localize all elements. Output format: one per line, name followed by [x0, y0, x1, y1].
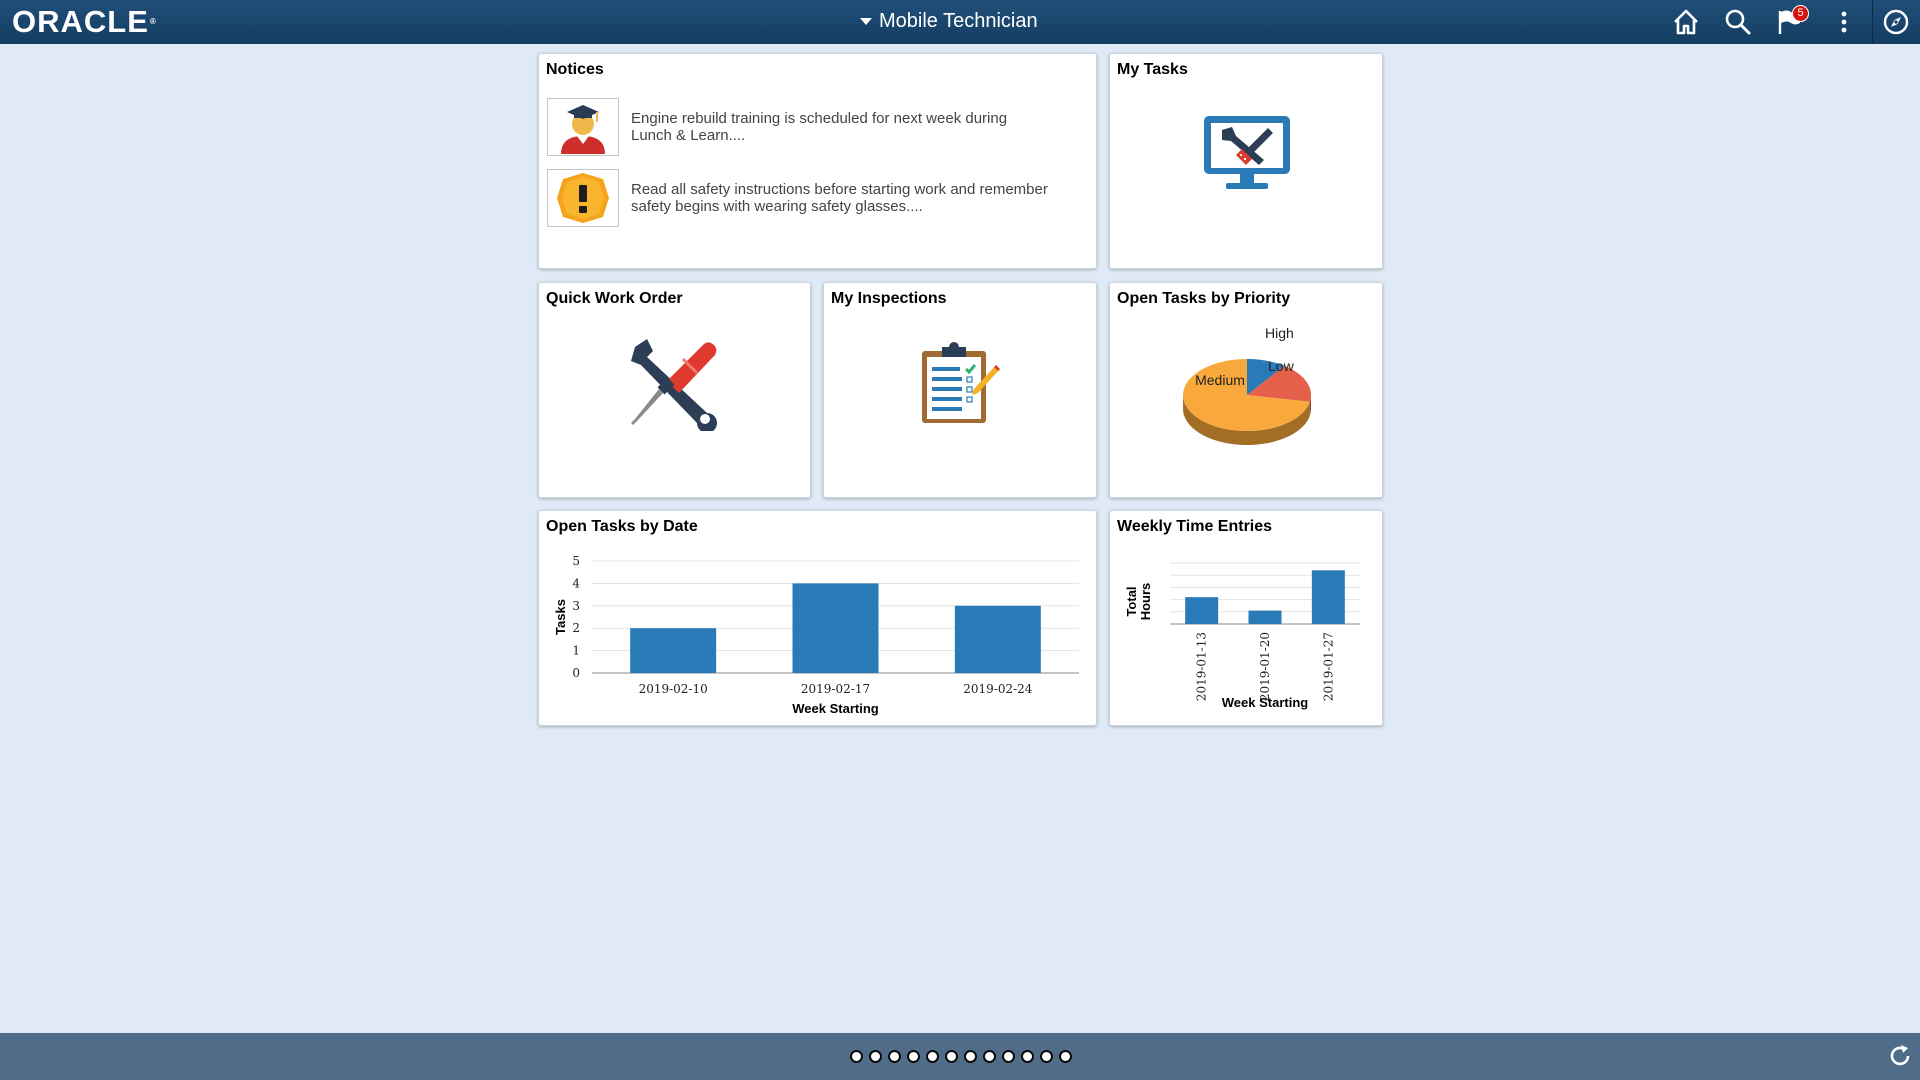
tile-title: Notices: [546, 61, 604, 78]
safety-warning-icon: [557, 173, 609, 223]
header-divider: [1872, 0, 1873, 44]
page-dot[interactable]: [907, 1050, 920, 1063]
pie-label-high: High: [1265, 325, 1294, 341]
page-dot[interactable]: [945, 1050, 958, 1063]
y-tick-label: 4: [572, 576, 580, 590]
navbar-compass-icon[interactable]: [1882, 8, 1910, 36]
notice-item[interactable]: Engine rebuild training is scheduled for…: [547, 98, 1051, 156]
notification-count-badge: 5: [1792, 5, 1809, 22]
y-tick-label: 5: [572, 554, 580, 568]
x-tick-label: 2019-02-17: [801, 682, 870, 696]
open-tasks-bar-chart: 0 1 2 3 4 5 2019-02-10 2019-02-17 2019-02-24 Week…: [553, 554, 1079, 716]
page-dot[interactable]: [1021, 1050, 1034, 1063]
bar[interactable]: [630, 628, 717, 673]
x-tick-label: 2019-02-24: [963, 682, 1033, 696]
notice-text: Engine rebuild training is scheduled for…: [631, 110, 1008, 144]
bar[interactable]: [1248, 610, 1282, 624]
page-dot[interactable]: [1059, 1050, 1072, 1063]
monitor-tools-icon: [1204, 116, 1290, 189]
bar[interactable]: [1185, 597, 1219, 624]
x-tick-label: 2019-01-13: [1195, 632, 1209, 701]
wrench-screwdriver-icon: [631, 339, 717, 431]
y-tick-label: 1: [572, 644, 580, 658]
tile-title: Weekly Time Entries: [1117, 518, 1273, 535]
page-title: Mobile Technician: [879, 9, 1038, 32]
priority-pie-chart: Medium High Low: [1183, 325, 1311, 445]
tile-notices[interactable]: Notices Engine rebuild training is sched…: [538, 53, 1097, 269]
home-icon[interactable]: [1672, 8, 1700, 36]
page-dot[interactable]: [1040, 1050, 1053, 1063]
x-tick-label: 2019-01-27: [1321, 632, 1335, 701]
refresh-icon[interactable]: [1887, 1043, 1913, 1069]
banner: ORACLE® Mobile Technician 5: [0, 0, 1920, 44]
tile-title: Open Tasks by Date: [546, 518, 698, 535]
footer-bar: [0, 1033, 1920, 1080]
graduate-icon: [561, 105, 605, 154]
tile-my-inspections[interactable]: My Inspections: [823, 282, 1097, 498]
notifications-button[interactable]: 5: [1776, 5, 1809, 36]
actions-menu-icon[interactable]: [1830, 8, 1858, 36]
notice-item[interactable]: Read all safety instructions before star…: [547, 169, 1051, 227]
oracle-logo: ORACLE®: [12, 4, 157, 39]
notice-image: [547, 169, 619, 227]
notice-text: Read all safety instructions before star…: [631, 181, 1048, 215]
tile-title: My Inspections: [831, 290, 947, 307]
x-tick-label: 2019-02-10: [639, 682, 708, 696]
tile-my-tasks[interactable]: My Tasks: [1109, 53, 1383, 269]
tile-open-tasks-date[interactable]: Open Tasks by Date 0 1 2 3 4 5 2019-02-10 2019-…: [538, 510, 1097, 726]
caret-down-icon: [860, 17, 872, 25]
page-dot[interactable]: [964, 1050, 977, 1063]
x-axis-title: Week Starting: [1222, 695, 1309, 710]
tile-title: Open Tasks by Priority: [1117, 290, 1291, 307]
notice-image: [547, 98, 619, 156]
tile-weekly-time-entries[interactable]: Weekly Time Entries 2019-01-13 2019-01-20…: [1109, 510, 1383, 726]
y-tick-label: 2: [572, 621, 580, 635]
y-axis-title: Tasks: [553, 599, 568, 635]
x-axis-title: Week Starting: [792, 701, 879, 716]
pie-label-low: Low: [1268, 358, 1295, 374]
y-tick-label: 3: [572, 599, 580, 613]
tile-quick-work-order[interactable]: Quick Work Order: [538, 282, 811, 498]
pie-label-medium: Medium: [1195, 372, 1245, 388]
page-dot[interactable]: [1002, 1050, 1015, 1063]
tile-title: Quick Work Order: [546, 290, 683, 307]
page-dot[interactable]: [850, 1050, 863, 1063]
page-indicator: [850, 1050, 1072, 1063]
clipboard-checklist-icon: [922, 342, 1000, 423]
y-axis-title: TotalHours: [1124, 583, 1153, 621]
page-dot[interactable]: [869, 1050, 882, 1063]
y-tick-label: 0: [572, 666, 580, 680]
weekly-time-bar-chart: 2019-01-13 2019-01-20 2019-01-27 Week Start…: [1124, 562, 1360, 710]
tile-title: My Tasks: [1117, 61, 1188, 78]
page-dot[interactable]: [983, 1050, 996, 1063]
bar[interactable]: [1311, 570, 1345, 624]
search-icon[interactable]: [1724, 8, 1752, 36]
page-dot[interactable]: [926, 1050, 939, 1063]
bar[interactable]: [954, 605, 1041, 673]
page-dot[interactable]: [888, 1050, 901, 1063]
bar[interactable]: [792, 583, 879, 673]
tile-open-tasks-priority[interactable]: Open Tasks by Priority Medium High Low: [1109, 282, 1383, 498]
x-tick-label: 2019-01-20: [1258, 632, 1272, 701]
homepage-selector[interactable]: Mobile Technician: [860, 8, 1038, 34]
